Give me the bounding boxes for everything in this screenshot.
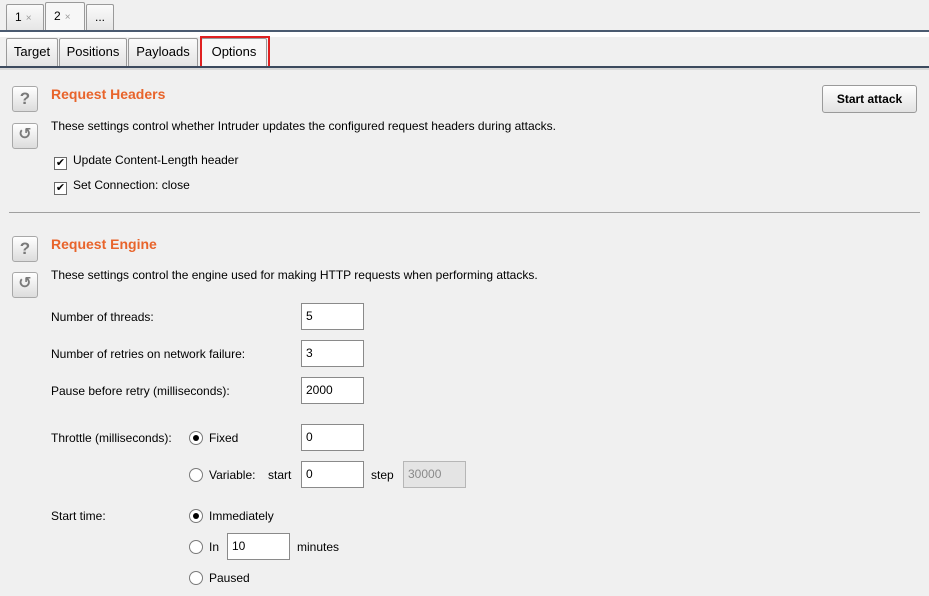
start-immediately-label[interactable]: Immediately	[209, 509, 274, 523]
pause-input[interactable]: 2000	[301, 377, 364, 404]
attack-tab-label: ...	[95, 10, 106, 24]
reset-icon[interactable]: ↺	[12, 272, 38, 298]
start-attack-button[interactable]: Start attack	[822, 85, 917, 113]
close-icon[interactable]: ×	[65, 12, 71, 23]
start-paused-radio[interactable]	[189, 571, 203, 585]
throttle-fixed-radio[interactable]	[189, 431, 203, 445]
throttle-label: Throttle (milliseconds):	[51, 431, 172, 445]
section-title-request-engine: Request Engine	[51, 236, 157, 252]
checkbox-checked-icon[interactable]: ✔	[54, 182, 67, 195]
section-description: These settings control whether Intruder …	[51, 119, 556, 133]
section-divider	[9, 212, 920, 213]
throttle-step-label: step	[371, 468, 394, 482]
throttle-fixed-input[interactable]: 0	[301, 424, 364, 451]
update-content-length-option[interactable]: ✔ Update Content-Length header	[54, 153, 238, 170]
active-tab-highlight	[200, 36, 270, 69]
tab-payloads[interactable]: Payloads	[128, 38, 198, 66]
attack-tab-2[interactable]: 2 ×	[45, 2, 85, 30]
close-icon[interactable]: ×	[26, 13, 32, 24]
start-immediately-radio[interactable]	[189, 509, 203, 523]
start-in-radio[interactable]	[189, 540, 203, 554]
reset-icon[interactable]: ↺	[12, 123, 38, 149]
attack-tab-label: 1	[15, 10, 22, 24]
retries-label: Number of retries on network failure:	[51, 347, 246, 361]
checkbox-label: Update Content-Length header	[73, 153, 239, 167]
start-in-minutes-input[interactable]: 10	[227, 533, 290, 560]
start-time-label: Start time:	[51, 509, 106, 523]
help-icon[interactable]: ?	[12, 236, 38, 262]
section-title-request-headers: Request Headers	[51, 86, 166, 102]
start-minutes-label: minutes	[297, 540, 340, 554]
throttle-step-input[interactable]: 30000	[403, 461, 466, 488]
tab-separator-gap	[0, 32, 929, 37]
help-icon[interactable]: ?	[12, 86, 38, 112]
attack-tab-new[interactable]: ...	[86, 4, 114, 30]
threads-label: Number of threads:	[51, 310, 154, 324]
subtab-separator-shadow	[0, 68, 929, 70]
tab-target[interactable]: Target	[6, 38, 58, 66]
throttle-variable-label[interactable]: Variable:	[209, 468, 255, 482]
attack-tab-label: 2	[54, 9, 61, 23]
checkbox-label: Set Connection: close	[73, 178, 190, 192]
throttle-start-input[interactable]: 0	[301, 461, 364, 488]
start-in-label[interactable]: In	[209, 540, 219, 554]
start-paused-label[interactable]: Paused	[209, 571, 250, 585]
pause-label: Pause before retry (milliseconds):	[51, 384, 230, 398]
checkbox-checked-icon[interactable]: ✔	[54, 157, 67, 170]
throttle-variable-radio[interactable]	[189, 468, 203, 482]
tab-positions[interactable]: Positions	[59, 38, 127, 66]
section-description: These settings control the engine used f…	[51, 268, 538, 282]
retries-input[interactable]: 3	[301, 340, 364, 367]
attack-tab-bar	[0, 0, 929, 30]
set-connection-close-option[interactable]: ✔ Set Connection: close	[54, 178, 190, 195]
threads-input[interactable]: 5	[301, 303, 364, 330]
attack-tab-1[interactable]: 1 ×	[6, 4, 44, 30]
throttle-fixed-label[interactable]: Fixed	[209, 431, 238, 445]
throttle-start-label: start	[268, 468, 292, 482]
